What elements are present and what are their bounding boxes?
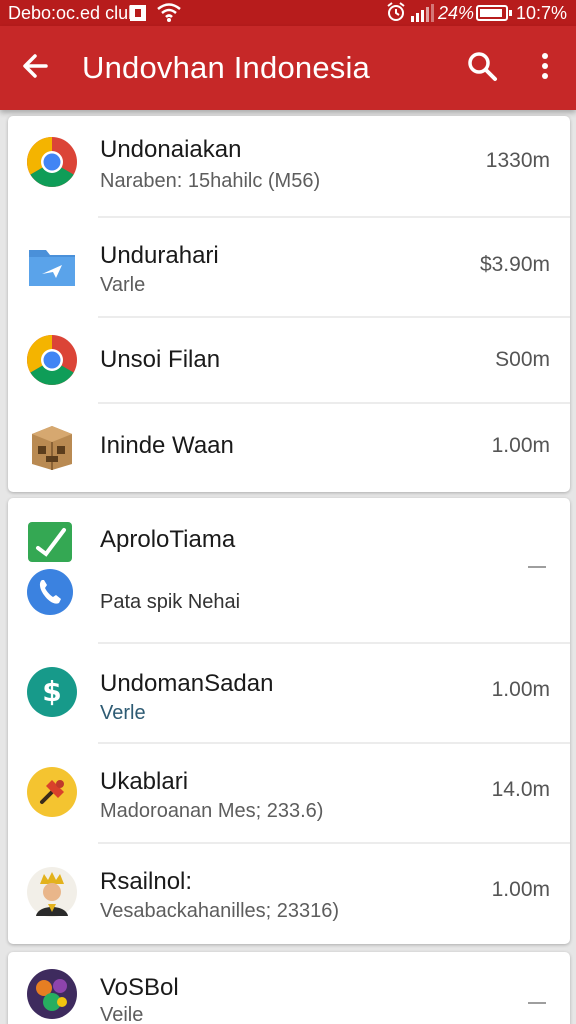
item-name: Undurahari — [100, 242, 219, 269]
item-name: Ukablari — [100, 768, 189, 795]
item-size: 1.00m — [491, 878, 550, 901]
more-vertical-icon[interactable] — [530, 48, 560, 84]
phone-icon — [27, 569, 73, 615]
signal-icon — [411, 4, 434, 22]
collapsed-indicator — [528, 566, 546, 568]
king-avatar-icon — [27, 867, 77, 917]
list-item[interactable]: VoSBol Veile — — [8, 952, 570, 1024]
page-title: Undovhan Indonesia — [82, 50, 370, 85]
item-size: $3.90m — [479, 253, 550, 276]
app-list-card-2: AproloTiama Pata spik Nehai — $ UndomanS… — [8, 498, 570, 944]
search-icon[interactable] — [464, 48, 500, 84]
item-subtitle: Naraben: 15hahilc (M56) — [100, 170, 321, 192]
folder-plane-icon — [29, 250, 75, 286]
collapsed-indicator — [528, 1002, 546, 1004]
yellow-app-icon — [27, 767, 77, 817]
item-subtitle: Veile — [100, 1004, 144, 1024]
item-subtitle: Verle — [100, 702, 146, 724]
battery-icon — [476, 5, 512, 21]
item-name: VoSBol — [100, 974, 179, 1001]
item-name: Rsailnol: — [100, 868, 193, 895]
item-subtitle: Pata spik Nehai — [100, 591, 241, 613]
item-subtitle: Varle — [100, 274, 146, 296]
item-size: 1.00m — [491, 434, 550, 457]
carrier-text: Debo:oc.ed clul — [8, 3, 133, 23]
status-bar: Debo:oc.ed clul 24% 10:7% — [0, 0, 576, 26]
item-size: 14.0m — [491, 778, 550, 801]
chrome-icon — [27, 335, 77, 385]
list-item[interactable]: Undurahari Varle $3.90m — [8, 218, 570, 318]
app-list-card-1: Undonaiakan Naraben: 15hahilc (M56) 1330… — [8, 116, 570, 492]
list-item[interactable]: Ininde Waan 1.00m — [8, 404, 570, 492]
app-bar: Undovhan Indonesia — [0, 26, 576, 110]
item-name: AproloTiama — [100, 526, 236, 553]
notification-square-icon — [130, 5, 146, 21]
list-item[interactable]: Undonaiakan Naraben: 15hahilc (M56) 1330… — [8, 116, 570, 218]
list-item[interactable]: $ UndomanSadan Verle 1.00m — [8, 644, 570, 744]
dollar-circle-icon: $ — [27, 667, 77, 717]
list-item[interactable]: AproloTiama Pata spik Nehai — — [8, 498, 570, 644]
svg-text:$: $ — [42, 675, 61, 708]
chrome-icon — [27, 137, 77, 187]
list-item[interactable]: Unsoi Filan S00m — [8, 318, 570, 404]
alarm-icon — [387, 2, 405, 21]
app-list-card-3: VoSBol Veile — — [8, 952, 570, 1024]
item-size: S00m — [495, 348, 550, 371]
item-name: UndomanSadan — [100, 670, 274, 697]
item-size: 1330m — [485, 149, 550, 172]
game-art-icon — [27, 969, 77, 1019]
item-name: Unsoi Filan — [100, 346, 221, 373]
package-box-icon — [32, 426, 72, 470]
item-subtitle: Madoroanan Mes; 233.6) — [100, 800, 324, 822]
item-name: Undonaiakan — [100, 136, 242, 163]
arrow-left-icon[interactable] — [18, 48, 54, 84]
item-subtitle: Vesabackahanilles; 23316) — [100, 900, 340, 922]
wifi-icon — [157, 3, 181, 22]
item-name: Ininde Waan — [100, 432, 234, 459]
battery-percent: 24% — [438, 3, 475, 23]
list-item[interactable]: Rsailnol: Vesabackahanilles; 23316) 1.00… — [8, 844, 570, 944]
list-item[interactable]: Ukablari Madoroanan Mes; 233.6) 14.0m — [8, 744, 570, 844]
green-check-app-icon — [28, 522, 72, 562]
clock-time: 10:7% — [516, 3, 568, 23]
item-size: 1.00m — [491, 678, 550, 701]
